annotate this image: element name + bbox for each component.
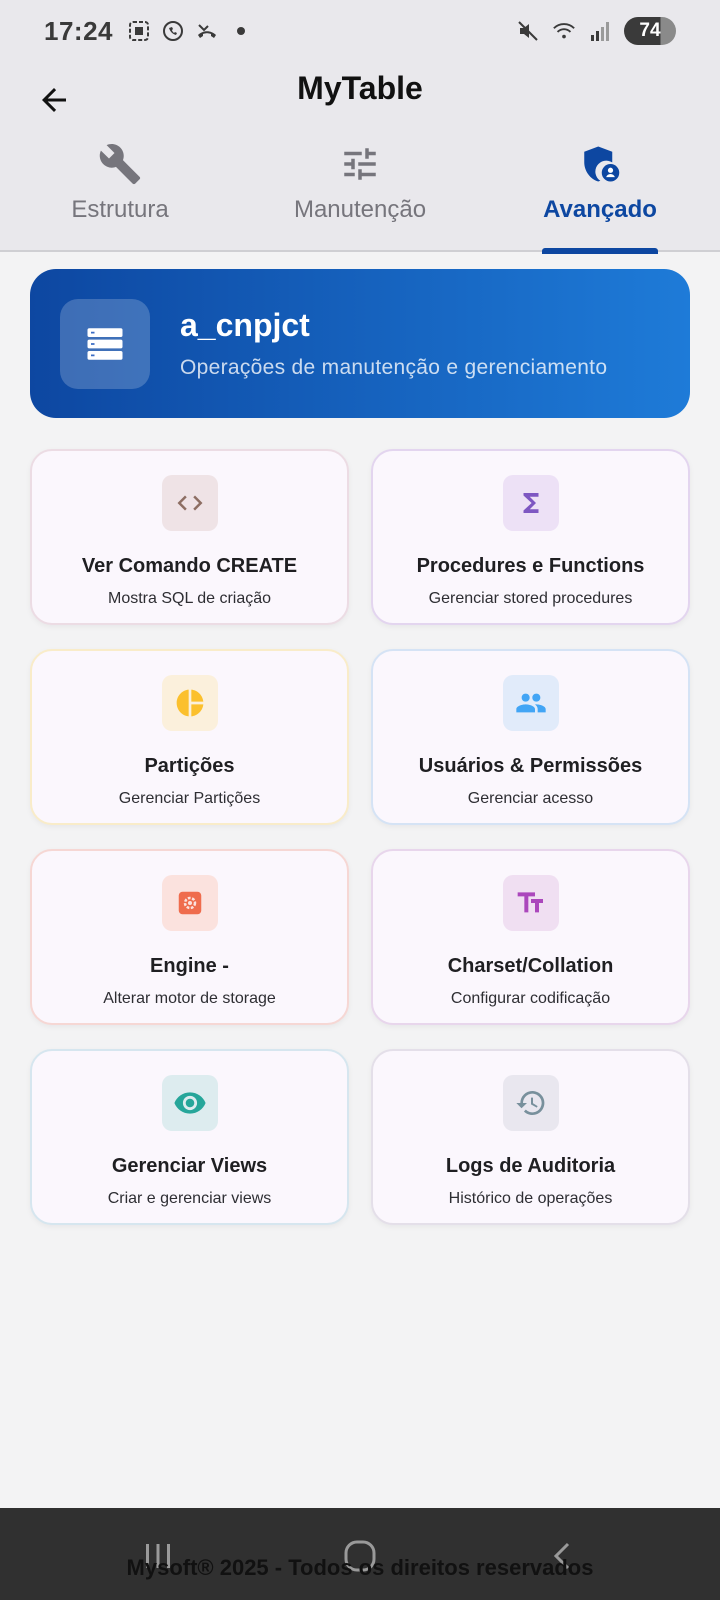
sigma-icon	[502, 475, 559, 531]
card-title: Procedures e Functions	[416, 555, 645, 577]
card-title: Logs de Auditoria	[445, 1155, 616, 1177]
battery-level: 74	[639, 20, 661, 41]
missed-call-icon	[195, 19, 219, 43]
engine-icon	[161, 875, 218, 931]
sliders-icon	[336, 140, 384, 188]
tab-estrutura[interactable]: Estrutura	[0, 140, 240, 252]
card-title: Usuários & Permissões	[418, 755, 643, 777]
card-gerenciar-views[interactable]: Gerenciar Views Criar e gerenciar views	[30, 1049, 349, 1225]
card-usuarios-permissoes[interactable]: Usuários & Permissões Gerenciar acesso	[371, 649, 690, 825]
gallery-icon	[127, 19, 151, 43]
app-bar: MyTable Estrutura Manutenção Avançado	[0, 62, 720, 254]
tab-label: Estrutura	[71, 196, 169, 223]
card-subtitle: Mostra SQL de criação	[107, 590, 272, 607]
footer-copyright: Mysoft® 2025 - Todos os direitos reserva…	[126, 1555, 594, 1580]
text-size-icon	[502, 875, 559, 931]
shield-user-icon	[576, 140, 624, 188]
actions-grid: Ver Comando CREATE Mostra SQL de criação…	[30, 449, 690, 1225]
system-icons: 74	[516, 17, 676, 45]
table-subtitle: Operações de manutenção e gerenciamento	[180, 356, 608, 379]
list-icon	[60, 298, 150, 389]
whatsapp-icon	[161, 19, 185, 43]
status-time: 17:24	[44, 15, 113, 46]
dot-icon	[229, 19, 253, 43]
pie-chart-icon	[161, 675, 218, 731]
mute-icon	[516, 19, 540, 43]
page-title: MyTable	[297, 70, 423, 106]
battery-icon: 74	[624, 17, 676, 45]
card-charset-collation[interactable]: Charset/Collation Configurar codificação	[371, 849, 690, 1025]
signal-icon	[588, 19, 612, 43]
tab-manutencao[interactable]: Manutenção	[240, 140, 480, 252]
card-engine[interactable]: Engine - Alterar motor de storage	[30, 849, 349, 1025]
card-logs-auditoria[interactable]: Logs de Auditoria Histórico de operações	[371, 1049, 690, 1225]
people-icon	[502, 675, 559, 731]
card-subtitle: Gerenciar Partições	[118, 790, 261, 807]
status-bar: 17:24 74	[0, 0, 720, 62]
card-title: Charset/Collation	[447, 955, 614, 977]
card-ver-comando-create[interactable]: Ver Comando CREATE Mostra SQL de criação	[30, 449, 349, 625]
card-procedures-functions[interactable]: Procedures e Functions Gerenciar stored …	[371, 449, 690, 625]
wifi-icon	[552, 19, 576, 43]
active-tab-indicator	[542, 248, 658, 254]
tab-label: Avançado	[543, 196, 657, 223]
tab-avancado[interactable]: Avançado	[480, 140, 720, 254]
card-title: Partições	[144, 755, 235, 777]
table-name: a_cnpjct	[180, 307, 310, 343]
card-particoes[interactable]: Partições Gerenciar Partições	[30, 649, 349, 825]
card-subtitle: Histórico de operações	[448, 1190, 613, 1207]
wrench-icon	[96, 140, 144, 188]
card-subtitle: Gerenciar stored procedures	[428, 590, 633, 607]
card-subtitle: Alterar motor de storage	[103, 990, 276, 1007]
history-icon	[502, 1075, 559, 1131]
code-icon	[161, 475, 218, 531]
card-title: Engine -	[150, 955, 229, 977]
table-header-card: a_cnpjct Operações de manutenção e geren…	[30, 269, 690, 418]
notification-icons	[127, 19, 253, 43]
card-subtitle: Configurar codificação	[450, 990, 611, 1007]
eye-icon	[161, 1075, 218, 1131]
card-subtitle: Gerenciar acesso	[467, 790, 594, 807]
card-subtitle: Criar e gerenciar views	[107, 1190, 272, 1207]
tab-bar: Estrutura Manutenção Avançado	[0, 140, 720, 254]
card-title: Ver Comando CREATE	[81, 555, 298, 577]
card-title: Gerenciar Views	[111, 1155, 268, 1177]
tab-label: Manutenção	[293, 196, 427, 223]
